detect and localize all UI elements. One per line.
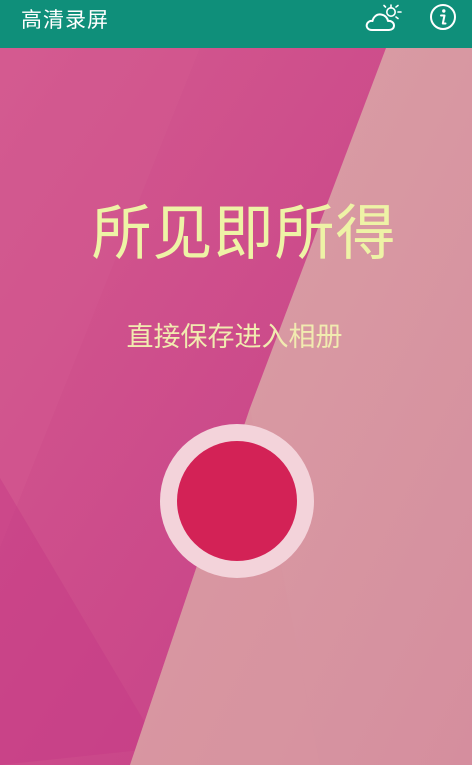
hero-panel: 所见即所得 直接保存进入相册 — [0, 48, 472, 765]
headline: 所见即所得 — [91, 199, 397, 269]
weather-cloud-sun-icon — [365, 4, 402, 31]
app-bar: 高清录屏 — [0, 0, 472, 48]
record-button[interactable] — [160, 424, 314, 578]
app-title: 高清录屏 — [21, 8, 109, 32]
subline: 直接保存进入相册 — [126, 322, 343, 353]
record-button-core — [177, 441, 297, 561]
weather-button[interactable] — [364, 3, 404, 35]
info-button[interactable] — [428, 2, 458, 32]
hero-background — [0, 48, 472, 765]
info-icon — [430, 4, 456, 30]
